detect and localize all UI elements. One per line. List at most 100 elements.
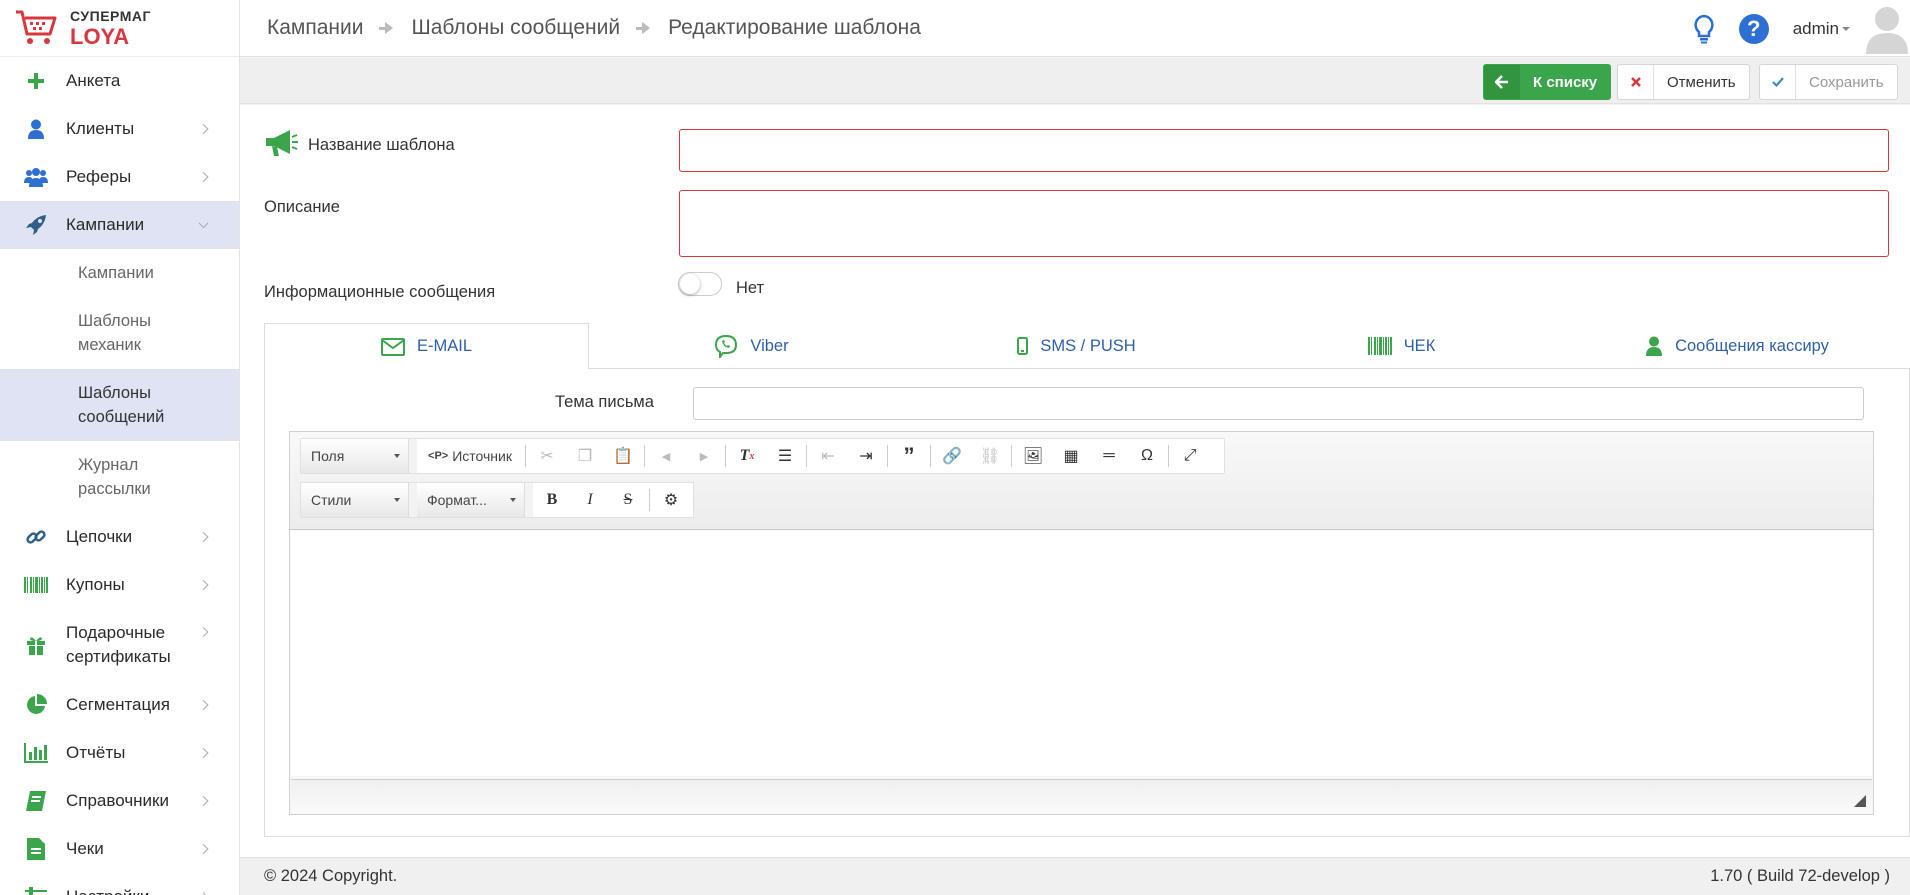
tab-sms-push[interactable]: SMS / PUSH xyxy=(914,323,1239,369)
sidebar-item-clients[interactable]: Клиенты xyxy=(0,105,239,153)
link-icon[interactable]: 🔗 xyxy=(933,439,971,473)
caret-down-icon xyxy=(1842,27,1850,32)
fields-dropdown[interactable]: Поля xyxy=(301,439,409,473)
help-icon[interactable]: ? xyxy=(1738,13,1769,44)
caret-down-icon xyxy=(394,454,400,458)
users-icon xyxy=(24,165,48,189)
back-to-list-button[interactable]: К списку xyxy=(1483,64,1612,100)
sidebar-item-campaigns[interactable]: Кампании xyxy=(0,201,239,249)
chevron-down-icon xyxy=(198,218,209,229)
tab-cashier-messages[interactable]: Сообщения кассиру xyxy=(1564,323,1910,369)
sidebar-item-coupons[interactable]: Купоны xyxy=(0,561,239,609)
sidebar-subitem-mailing-log[interactable]: Журнал рассылки xyxy=(0,441,239,513)
lightbulb-icon[interactable] xyxy=(1693,14,1715,44)
indent-icon[interactable]: ⇥ xyxy=(847,439,885,473)
user-menu[interactable]: admin xyxy=(1793,19,1850,39)
editor-content-area[interactable] xyxy=(291,531,1872,776)
remove-format-icon[interactable]: Tx xyxy=(728,439,766,473)
plus-icon xyxy=(24,69,48,93)
toolbar-separator xyxy=(806,445,807,467)
breadcrumb-message-templates[interactable]: Шаблоны сообщений xyxy=(411,16,620,40)
save-label: Сохранить xyxy=(1809,73,1884,91)
logo[interactable]: СУПЕРМАГ LOYA xyxy=(0,0,239,57)
sidebar-item-reports[interactable]: Отчёты xyxy=(0,729,239,777)
info-messages-toggle[interactable] xyxy=(678,272,722,296)
arrow-right-icon xyxy=(633,17,655,39)
outdent-icon[interactable]: ⇤ xyxy=(809,439,847,473)
sidebar-item-receipts[interactable]: Чеки xyxy=(0,825,239,873)
breadcrumb-edit-template: Редактирование шаблона xyxy=(668,16,921,39)
cart-logo-icon xyxy=(16,10,57,44)
tab-viber[interactable]: Viber xyxy=(589,323,914,369)
chevron-right-icon xyxy=(198,172,209,182)
chevron-right-icon xyxy=(198,124,209,134)
special-char-icon[interactable]: Ω xyxy=(1128,439,1166,473)
horizontal-rule-icon[interactable]: ═ xyxy=(1090,439,1128,473)
sidebar-item-label: Клиенты xyxy=(66,119,135,138)
sidebar-item-chains[interactable]: Цепочки xyxy=(0,513,239,561)
cancel-label: Отменить xyxy=(1667,73,1736,91)
description-textarea[interactable] xyxy=(679,190,1889,257)
sidebar-item-segmentation[interactable]: Сегментация xyxy=(0,681,239,729)
arrow-right-icon xyxy=(376,17,398,39)
image-icon[interactable]: 🖼 xyxy=(1014,439,1052,473)
sidebar-item-label: Настройки xyxy=(66,885,149,895)
username: admin xyxy=(1792,18,1839,38)
sidebar-item-label: Цепочки xyxy=(66,527,133,546)
strikethrough-icon[interactable]: S xyxy=(609,483,647,517)
paste-icon[interactable]: 📋 xyxy=(604,439,642,473)
sidebar-item-referers[interactable]: Реферы xyxy=(0,153,239,201)
editor-footer xyxy=(291,779,1872,813)
sidebar-item-anketa[interactable]: Анкета xyxy=(0,57,239,105)
undo-icon[interactable]: ◀ xyxy=(647,439,685,473)
copy-icon[interactable]: ❐ xyxy=(566,439,604,473)
toolbar-gap xyxy=(409,483,417,517)
avatar[interactable] xyxy=(1864,4,1910,54)
format-dropdown[interactable]: Формат... xyxy=(417,483,525,517)
styles-dropdown[interactable]: Стили xyxy=(301,483,409,517)
tab-receipt[interactable]: ЧЕК xyxy=(1239,323,1564,369)
sidebar-item-label: Сегментация xyxy=(66,695,170,714)
template-icon[interactable]: ⚙ xyxy=(652,483,690,517)
toolbar-separator xyxy=(887,445,888,467)
sidebar-item-settings[interactable]: Настройки xyxy=(0,873,239,895)
save-button[interactable]: Сохранить xyxy=(1759,64,1898,100)
source-button[interactable]: <P> Источник xyxy=(417,439,523,473)
tab-email-label: E-MAIL xyxy=(416,337,472,355)
blockquote-icon[interactable]: ” xyxy=(890,439,928,473)
toolbar-row-2: Стили Формат... B I S ⚙ xyxy=(300,482,694,518)
breadcrumb-campaigns[interactable]: Кампании xyxy=(267,16,363,40)
sidebar-subitem-message-templates[interactable]: Шаблоны сообщений xyxy=(0,369,239,441)
bulleted-list-icon[interactable]: ☰ xyxy=(766,439,804,473)
barcode-icon xyxy=(24,573,48,597)
cancel-button[interactable]: Отменить xyxy=(1617,64,1750,100)
resize-handle-icon[interactable] xyxy=(1854,795,1866,807)
table-icon[interactable]: ▦ xyxy=(1052,439,1090,473)
channel-tabs: E-MAIL Viber SMS / PUSH ЧЕК Сообщения ка… xyxy=(264,323,1910,370)
sidebar: СУПЕРМАГ LOYA Анкета Клиенты Реферы Камп… xyxy=(0,0,240,895)
sidebar-subitem-campaigns[interactable]: Кампании xyxy=(0,249,239,297)
email-tab-panel: Тема письма Поля <P>Источник ✂ ❐ 📋 ◀ ▶ xyxy=(264,369,1910,837)
sidebar-item-gift-certificates[interactable]: Подарочные сертификаты xyxy=(0,609,239,681)
copyright-text: © 2024 Copyright. xyxy=(264,867,398,885)
email-subject-input[interactable] xyxy=(693,387,1864,420)
maximize-icon[interactable]: ⤢ xyxy=(1171,439,1209,473)
rich-text-editor: Поля <P> Источник ✂ ❐ 📋 ◀ ▶ Tx ☰ ⇤ ⇥ ” 🔗… xyxy=(289,431,1874,815)
sidebar-item-label: Анкета xyxy=(66,71,121,90)
cut-icon[interactable]: ✂ xyxy=(528,439,566,473)
sidebar-item-directories[interactable]: Справочники xyxy=(0,777,239,825)
action-bar: К списку Отменить Сохранить xyxy=(240,58,1910,104)
bold-icon[interactable]: B xyxy=(533,483,571,517)
caret-down-icon xyxy=(394,498,400,502)
sidebar-subitem-mechanic-templates[interactable]: Шаблоны механик xyxy=(0,297,200,369)
viber-icon xyxy=(714,334,738,358)
unlink-icon[interactable]: ⛓ xyxy=(971,439,1009,473)
redo-icon[interactable]: ▶ xyxy=(685,439,723,473)
gift-icon xyxy=(24,633,48,657)
top-header: Кампании Шаблоны сообщений Редактировани… xyxy=(240,0,1910,57)
tab-email[interactable]: E-MAIL xyxy=(264,323,589,370)
template-name-input[interactable] xyxy=(679,129,1889,172)
italic-icon[interactable]: I xyxy=(571,483,609,517)
rocket-icon xyxy=(24,213,48,237)
sidebar-item-label: Чеки xyxy=(66,839,104,858)
